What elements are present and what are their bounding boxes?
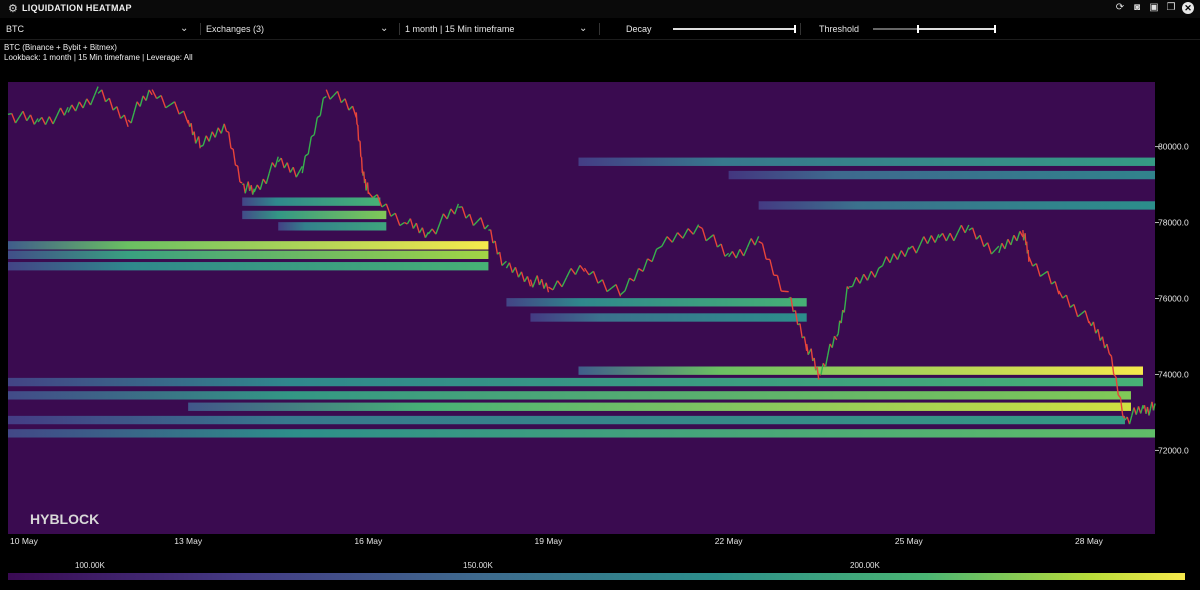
y-tick-label: 80000.0 <box>1158 142 1189 152</box>
liquidation-band <box>242 197 381 206</box>
x-tick-label: 10 May <box>10 536 39 546</box>
symbol-select[interactable]: BTC <box>6 19 24 39</box>
chevron-down-icon[interactable]: ⌄ <box>579 19 587 39</box>
price-line-segment <box>359 141 362 157</box>
liquidation-band <box>188 402 1131 411</box>
heatmap-background <box>8 82 1155 534</box>
price-line-segment <box>365 186 368 191</box>
decay-slider-handle[interactable] <box>794 25 796 33</box>
save-icon[interactable]: ▣ <box>1148 2 1160 14</box>
price-line-segment <box>226 130 229 133</box>
y-tick-label: 72000.0 <box>1158 445 1189 455</box>
y-tick-label: 74000.0 <box>1158 369 1189 379</box>
liquidation-band <box>8 391 1131 400</box>
liquidation-band <box>506 298 807 307</box>
price-line-segment <box>357 124 360 141</box>
gear-icon[interactable]: ⚙ <box>8 2 18 15</box>
colorbar-tick-label: 200.00K <box>850 561 880 570</box>
threshold-label: Threshold <box>819 24 860 34</box>
price-line-segment <box>366 182 370 194</box>
x-tick-label: 13 May <box>174 536 203 546</box>
controls-bar: BTC ⌄ Exchanges (3) ⌄ 1 month | 15 Min t… <box>0 19 1200 40</box>
price-line-segment <box>1027 249 1030 262</box>
y-tick-label: 76000.0 <box>1158 294 1189 304</box>
color-scale-bar <box>8 573 1185 580</box>
liquidation-band <box>758 201 1155 210</box>
liquidation-band <box>728 170 1155 180</box>
price-line-segment <box>355 112 358 125</box>
liquidation-band <box>578 366 1143 375</box>
watermark-logo: HYBLOCK <box>30 511 99 527</box>
price-line-segment <box>235 164 238 167</box>
liquidation-band <box>242 210 387 220</box>
price-line-segment <box>239 181 243 184</box>
y-tick-label: 78000.0 <box>1158 218 1189 228</box>
price-line-segment <box>1022 236 1026 241</box>
colorbar-tick-label: 100.00K <box>75 561 105 570</box>
liquidation-band <box>578 157 1155 166</box>
liquidation-heatmap-chart[interactable]: 80000.0 78000.0 76000.0 74000.0 72000.0 10 Ma… <box>0 82 1200 552</box>
close-icon[interactable]: ✕ <box>1182 2 1194 14</box>
liquidation-band <box>8 241 489 250</box>
threshold-min-handle[interactable] <box>917 25 920 33</box>
divider <box>399 23 400 35</box>
liquidation-band <box>530 313 807 322</box>
divider <box>599 23 600 35</box>
price-line-segment <box>848 285 853 288</box>
chevron-down-icon[interactable]: ⌄ <box>380 19 388 39</box>
title-bar: ⚙ LIQUIDATION HEATMAP ⟳ ◙ ▣ ❐ ✕ <box>0 0 1200 18</box>
exchanges-select[interactable]: Exchanges (3) <box>206 19 264 39</box>
panel-title: LIQUIDATION HEATMAP <box>22 3 132 13</box>
x-tick-label: 16 May <box>354 536 383 546</box>
decay-slider[interactable] <box>673 28 795 30</box>
camera-icon[interactable]: ◙ <box>1131 2 1143 14</box>
x-tick-label: 25 May <box>895 536 924 546</box>
liquidation-band <box>8 429 1155 438</box>
liquidation-band <box>8 262 489 271</box>
decay-label: Decay <box>626 24 652 34</box>
threshold-max-handle[interactable] <box>994 25 996 33</box>
price-line-segment <box>230 147 234 150</box>
liquidation-band <box>8 415 1125 425</box>
asset-info: BTC (Binance + Bybit + Bitmex) <box>4 43 117 52</box>
refresh-icon[interactable]: ⟳ <box>1114 2 1126 14</box>
liquidation-band <box>8 250 489 260</box>
liquidation-band <box>278 222 387 231</box>
x-tick-label: 28 May <box>1075 536 1104 546</box>
divider <box>200 23 201 35</box>
chevron-down-icon[interactable]: ⌄ <box>180 19 188 39</box>
x-tick-label: 19 May <box>535 536 564 546</box>
timeframe-select[interactable]: 1 month | 15 Min timeframe <box>405 19 514 39</box>
toolbar-icons: ⟳ ◙ ▣ ❐ ✕ <box>1114 2 1194 14</box>
copy-icon[interactable]: ❐ <box>1165 2 1177 14</box>
x-tick-label: 22 May <box>715 536 744 546</box>
threshold-slider-range <box>918 28 995 30</box>
divider <box>800 23 801 35</box>
lookback-info: Lookback: 1 month | 15 Min timeframe | L… <box>4 53 193 62</box>
liquidation-band <box>8 377 1143 387</box>
colorbar-tick-label: 150.00K <box>463 561 493 570</box>
